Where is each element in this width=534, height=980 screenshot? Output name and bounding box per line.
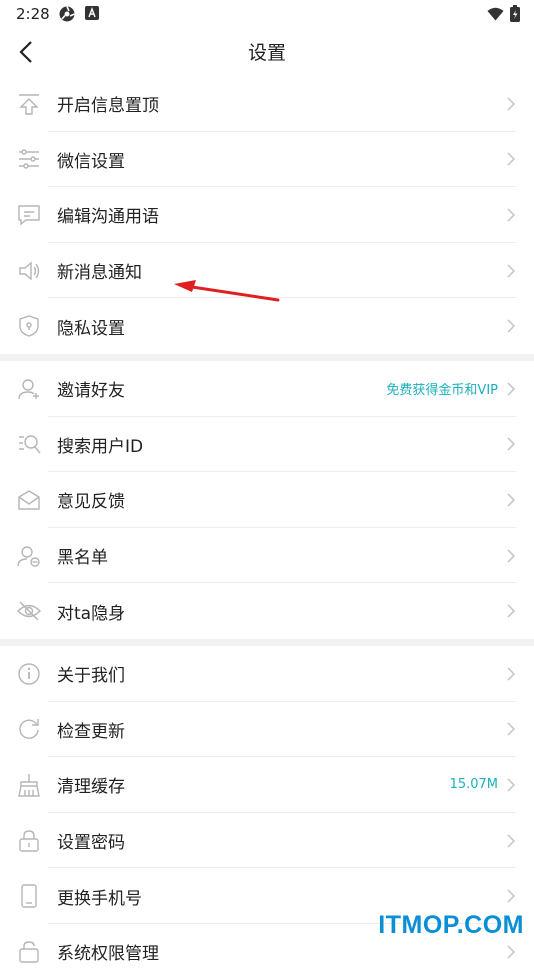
broom-icon: [18, 773, 40, 797]
chevron-right-icon: [507, 319, 516, 333]
battery-icon: [510, 5, 520, 22]
settings-row-label: 关于我们: [57, 666, 125, 687]
settings-group: 邀请好友 免费获得金币和VIP 搜索用户ID 意见反馈黑名单对ta隐身: [0, 361, 534, 639]
chevron-right-icon: [507, 889, 516, 903]
section-gap: [0, 638, 534, 646]
eye-off-icon: [17, 601, 41, 621]
settings-row[interactable]: 邀请好友 免费获得金币和VIP: [0, 361, 534, 417]
app-a-icon: [85, 6, 99, 20]
chevron-right-icon: [507, 945, 516, 959]
section-gap: [0, 353, 534, 361]
settings-row[interactable]: 搜索用户ID: [0, 417, 534, 473]
settings-row-value: 免费获得金币和VIP: [386, 383, 498, 399]
chevron-right-icon: [507, 604, 516, 618]
chevron-right-icon: [507, 152, 516, 166]
settings-row[interactable]: 意见反馈: [0, 472, 534, 528]
settings-row-label: 更换手机号: [57, 888, 142, 909]
info-icon: [18, 663, 40, 685]
chevron-right-icon: [507, 833, 516, 848]
settings-row[interactable]: 关于我们: [0, 646, 534, 702]
settings-row-label: 意见反馈: [57, 492, 125, 513]
add-user-icon: [18, 379, 39, 399]
settings-row[interactable]: 编辑沟通用语: [0, 187, 534, 243]
chevron-right-icon: [507, 382, 516, 396]
page-title: 设置: [247, 42, 286, 64]
settings-row[interactable]: 隐私设置: [0, 298, 534, 354]
settings-row[interactable]: 设置密码: [0, 813, 534, 869]
settings-row-label: 对ta隐身: [57, 603, 126, 624]
speaker-icon: [19, 261, 40, 281]
search-list-icon: [19, 435, 41, 454]
settings-row-label: 编辑沟通用语: [57, 207, 159, 228]
phone-icon: [21, 884, 37, 908]
settings-row-label: 隐私设置: [57, 318, 125, 339]
settings-row[interactable]: 检查更新: [0, 702, 534, 758]
chevron-right-icon: [507, 778, 516, 792]
settings-row[interactable]: 对ta隐身: [0, 583, 534, 639]
status-bar: 2:28: [0, 0, 534, 28]
settings-row-label: 清理缓存: [57, 777, 125, 798]
chevron-right-icon: [507, 208, 516, 222]
settings-row-label: 开启信息置顶: [57, 96, 159, 117]
status-time: 2:28: [16, 5, 50, 23]
chevron-right-icon: [507, 97, 516, 111]
chevron-right-icon: [507, 493, 516, 507]
settings-group: 开启信息置顶 微信设置编辑沟通用语 新消息通知隐私设置: [0, 76, 534, 354]
settings-row-label: 微信设置: [57, 151, 125, 172]
settings-row[interactable]: 开启信息置顶: [0, 76, 534, 132]
settings-row[interactable]: 黑名单: [0, 528, 534, 584]
settings-row-label: 邀请好友: [57, 381, 125, 402]
sliders-icon: [19, 149, 39, 170]
settings-row-value: 15.07M: [449, 777, 498, 793]
app-notification-icon: [59, 6, 75, 22]
wifi-icon: [487, 7, 504, 20]
chevron-right-icon: [507, 548, 516, 563]
lock-icon: [19, 829, 39, 852]
settings-row-label: 搜索用户ID: [57, 436, 144, 457]
chevron-right-icon: [507, 437, 516, 451]
mail-icon: [18, 490, 40, 510]
shield-icon: [19, 315, 39, 337]
user-block-icon: [17, 545, 40, 567]
annotation-arrow: [174, 280, 280, 302]
permission-icon: [19, 941, 39, 963]
settings-list: 开启信息置顶 微信设置编辑沟通用语 新消息通知隐私设置邀请好友 免费获得金币和VIP 搜…: [0, 76, 534, 980]
settings-row-label: 黑名单: [57, 548, 108, 569]
settings-row-label: 新消息通知: [57, 263, 142, 284]
settings-row-label: 系统权限管理: [57, 944, 159, 965]
refresh-icon: [19, 719, 39, 740]
settings-row[interactable]: 微信设置: [0, 132, 534, 188]
pin-top-icon: [19, 94, 39, 115]
message-icon: [18, 205, 40, 226]
settings-row-label: 设置密码: [57, 833, 125, 854]
chevron-right-icon: [507, 722, 516, 736]
settings-row-label: 检查更新: [57, 721, 125, 742]
chevron-right-icon: [507, 667, 516, 681]
chevron-right-icon: [507, 264, 516, 278]
watermark: ITMOP.COM: [378, 911, 524, 939]
nav-bar: 设置: [0, 28, 534, 76]
settings-row[interactable]: 清理缓存 15.07M: [0, 757, 534, 813]
